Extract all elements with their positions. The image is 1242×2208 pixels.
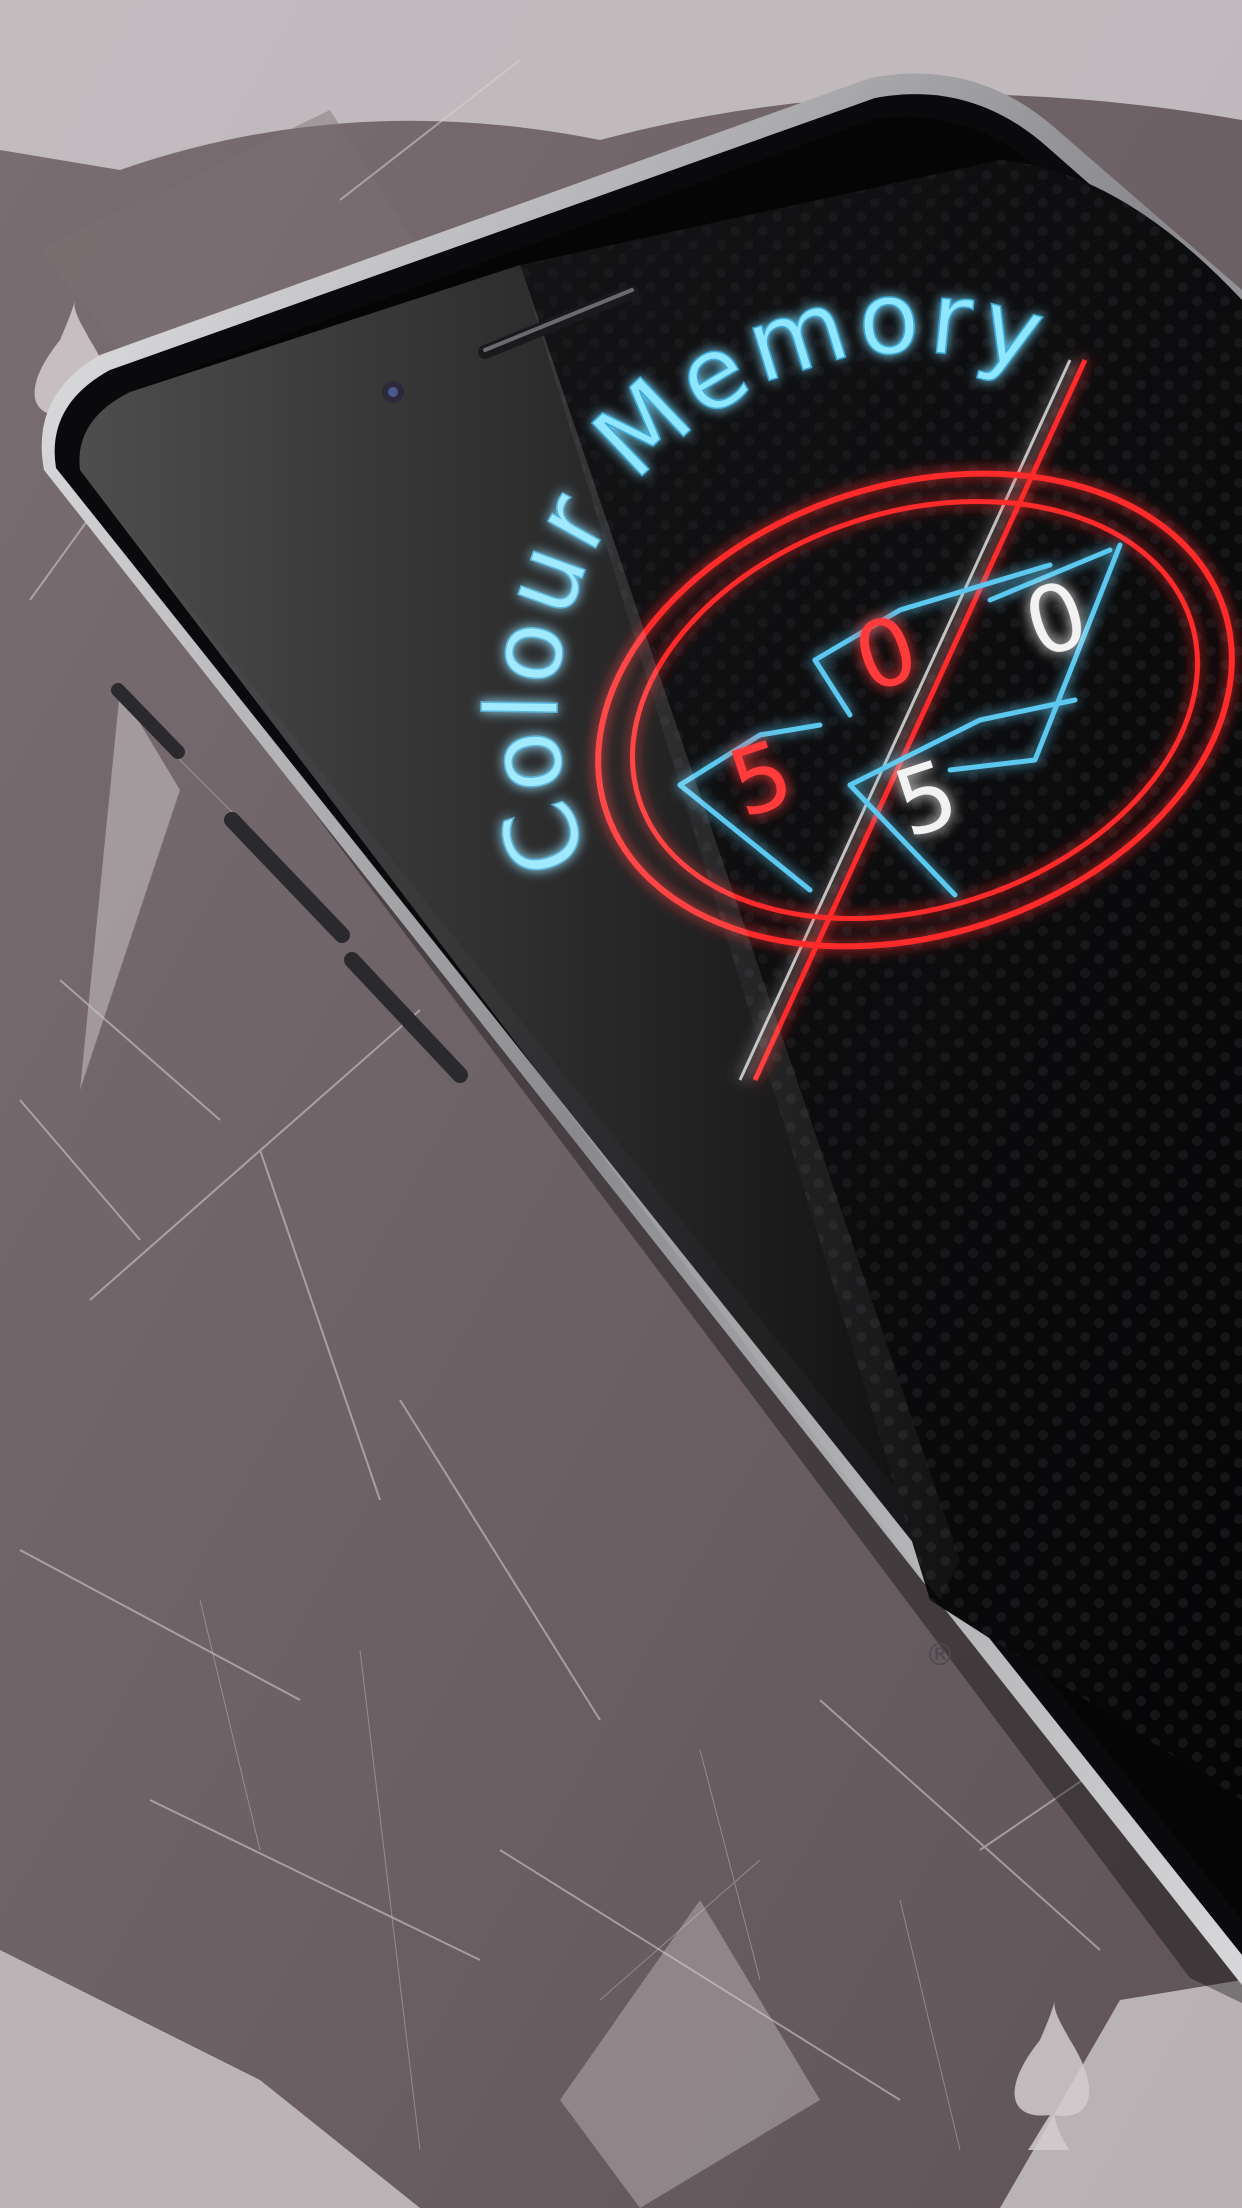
camera-icon <box>382 381 404 403</box>
promo-scene: Colour Memory 5 0 0 5 ® <box>0 0 1242 2208</box>
registered-mark: ® <box>925 1638 955 1673</box>
promo-artwork: Colour Memory 5 0 0 5 ® <box>0 0 1242 2208</box>
